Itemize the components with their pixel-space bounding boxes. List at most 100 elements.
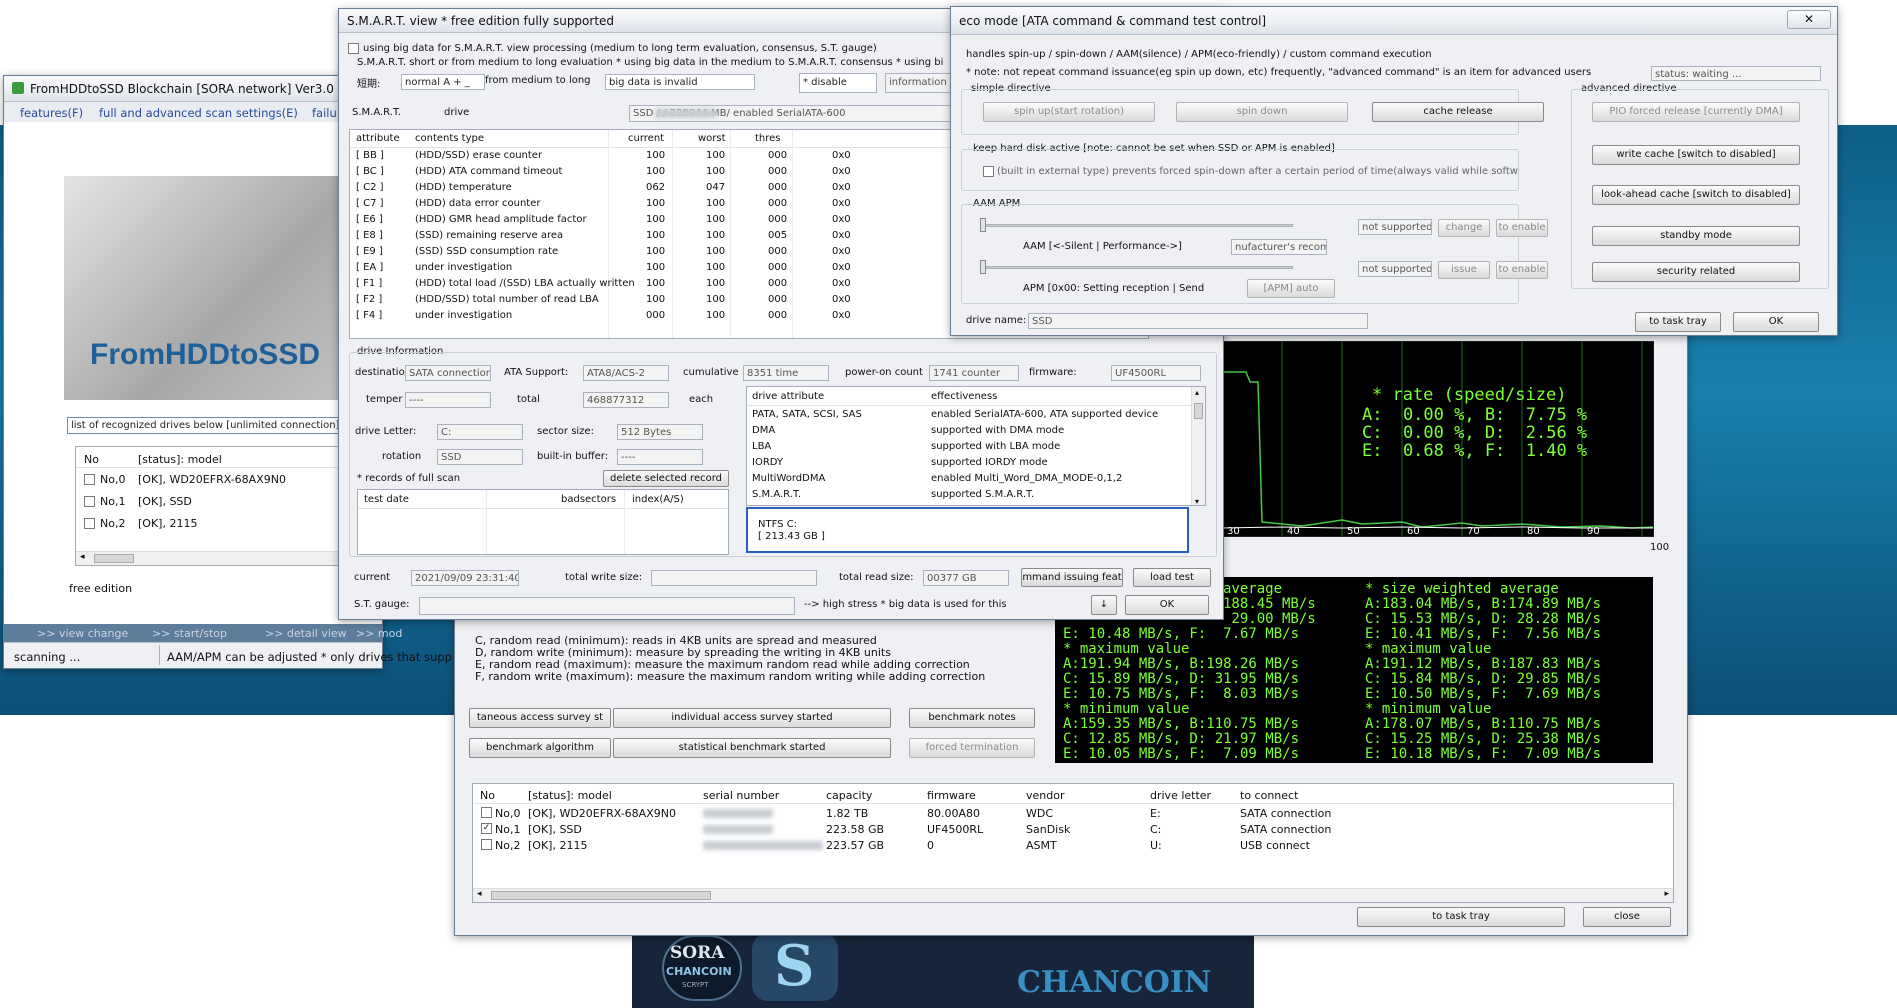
list-item[interactable]: No,0 [OK], WD20EFRX-68AX9N0 — [76, 473, 383, 486]
table-row[interactable]: No,2 [OK], 2115 223.57 GB 0 ASMT U: USB … — [473, 839, 1673, 852]
close-icon[interactable]: ✕ — [1787, 10, 1831, 29]
aam-slider-thumb[interactable] — [980, 218, 986, 232]
attribute-row[interactable]: S.M.A.R.T. supported S.M.A.R.T. — [747, 489, 1205, 502]
scroll-left-icon[interactable]: ◂ — [477, 889, 482, 899]
down-arrow-button[interactable]: ↓ — [1091, 595, 1117, 615]
x-tick: 70 — [1467, 526, 1480, 537]
scroll-thumb[interactable] — [491, 891, 711, 900]
aam-label: AAM [<-Silent | Performance->] — [1023, 241, 1182, 252]
cache-release-button[interactable]: cache release — [1372, 102, 1544, 122]
apm-auto-button[interactable]: [APM] auto — [1247, 279, 1335, 298]
aam-slider-track[interactable] — [980, 218, 1293, 232]
eco-note: * note: not repeat command issuance(eg s… — [966, 67, 1592, 78]
write-cache-button[interactable]: write cache [switch to disabled] — [1592, 145, 1800, 165]
attributes-scrollbar[interactable]: ▴ ▾ — [1191, 387, 1205, 505]
smart-cell-worst: 100 — [706, 278, 726, 289]
big-data-checkbox[interactable] — [348, 43, 359, 54]
scroll-down-icon[interactable]: ▾ — [1195, 497, 1199, 505]
command-issuing-button[interactable]: mmand issuing feat — [1021, 568, 1123, 587]
smart-cell-raw: 0x0 — [832, 230, 851, 241]
attribute-row[interactable]: LBA supported with LBA mode — [747, 441, 1205, 454]
x-tick: 30 — [1227, 526, 1240, 537]
smart-cell-raw: 0x0 — [832, 294, 851, 305]
standby-mode-button[interactable]: standby mode — [1592, 226, 1800, 246]
col-model: [status]: model — [138, 453, 222, 466]
keep-active-checkbox[interactable] — [983, 166, 994, 177]
drive-checkbox[interactable] — [84, 496, 95, 507]
eco-titlebar[interactable]: eco mode [ATA command & command test con… — [951, 7, 1837, 35]
aam-enable-button[interactable]: to enable — [1496, 219, 1548, 237]
attribute-row[interactable]: IORDY supported IORDY mode — [747, 457, 1205, 470]
menu-scan-settings[interactable]: full and advanced scan settings(E) — [99, 106, 298, 120]
sector-size-field: 512 Bytes — [617, 424, 703, 440]
col-worst: worst — [698, 133, 726, 144]
pio-release-button[interactable]: PIO forced release [currently DMA] — [1592, 102, 1800, 122]
stat-right: * maximum value — [1365, 641, 1492, 657]
main-window-titlebar[interactable]: FromHDDtoSSD Blockchain [SORA network] V… — [4, 76, 382, 102]
spin-up-button[interactable]: spin up(start rotation) — [983, 102, 1155, 122]
eco-title: eco mode [ATA command & command test con… — [959, 14, 1267, 28]
table-row[interactable]: ✓ No,1 [OK], SSD 223.58 GB UF4500RL SanD… — [473, 823, 1673, 836]
medium-term-field[interactable]: big data is invalid — [605, 74, 755, 90]
apm-slider-thumb[interactable] — [980, 260, 986, 274]
attribute-row[interactable]: PATA, SATA, SCSI, SAS enabled SerialATA-6… — [747, 409, 1205, 422]
stat-left: average — [1223, 581, 1283, 597]
benchmark-drive-table[interactable]: No [status]: model serial number capacit… — [472, 783, 1674, 903]
eco-task-tray-button[interactable]: to task tray — [1635, 312, 1721, 332]
scroll-up-icon[interactable]: ▴ — [1195, 388, 1199, 397]
look-ahead-cache-button[interactable]: look-ahead cache [switch to disabled] — [1592, 185, 1800, 205]
eco-ok-button[interactable]: OK — [1733, 312, 1819, 332]
statistical-benchmark-button[interactable]: statistical benchmark started — [613, 738, 891, 758]
simultaneous-survey-button[interactable]: taneous access survey st — [469, 708, 611, 728]
cumulative-label: cumulative — [683, 367, 739, 378]
bench-task-tray-button[interactable]: to task tray — [1357, 907, 1565, 927]
benchmark-algorithm-button[interactable]: benchmark algorithm — [469, 738, 611, 758]
menu-failure[interactable]: failu — [312, 106, 337, 120]
attribute-row[interactable]: DMA supported with DMA mode — [747, 425, 1205, 438]
chancoin-banner-text: CHANCOIN — [1017, 965, 1212, 1000]
forced-termination-button[interactable]: forced termination — [909, 738, 1035, 758]
security-button[interactable]: security related — [1592, 262, 1800, 282]
table-row[interactable]: No,0 [OK], WD20EFRX-68AX9N0 1.82 TB 80.0… — [473, 807, 1673, 820]
drive-attributes-table[interactable]: drive attribute effectiveness PATA, SATA… — [746, 386, 1206, 506]
nav-start-stop[interactable]: >> start/stop — [152, 627, 227, 640]
nav-detail-view[interactable]: >> detail view — [265, 627, 347, 640]
nav-mode[interactable]: >> mod — [356, 627, 402, 640]
drive-checkbox[interactable] — [84, 474, 95, 485]
nav-view-change[interactable]: >> view change — [37, 627, 128, 640]
apm-issue-button[interactable]: issue — [1438, 261, 1490, 279]
horizontal-scrollbar[interactable]: ◂ — [76, 551, 383, 565]
cell-vendor: SanDisk — [1026, 823, 1071, 836]
stat-left: E: 10.75 MB/s, F: 8.03 MB/s — [1063, 686, 1300, 702]
menu-features[interactable]: features(F) — [20, 106, 83, 120]
smart-cell-worst: 100 — [706, 214, 726, 225]
col-badsectors: badsectors — [561, 494, 617, 505]
scroll-thumb[interactable] — [1194, 403, 1203, 419]
apm-support-field: not supported — [1358, 261, 1432, 277]
row-checkbox[interactable] — [481, 839, 492, 850]
smart-ok-button[interactable]: OK — [1125, 595, 1209, 615]
row-checkbox[interactable] — [481, 807, 492, 818]
scroll-right-icon[interactable]: ▸ — [1664, 889, 1669, 899]
scroll-left-icon[interactable]: ◂ — [80, 552, 85, 562]
individual-survey-button[interactable]: individual access survey started — [613, 708, 891, 728]
cell-letter: C: — [1150, 823, 1162, 836]
short-term-field[interactable]: normal A + _ — [401, 74, 485, 90]
apm-slider-track[interactable] — [980, 260, 1293, 274]
load-test-button[interactable]: load test — [1133, 568, 1211, 587]
records-table[interactable]: test date badsectors index(A/S) — [357, 489, 729, 555]
benchmark-notes-button[interactable]: benchmark notes — [909, 708, 1035, 728]
drive-checkbox[interactable] — [84, 518, 95, 529]
delete-record-button[interactable]: delete selected record — [603, 470, 729, 487]
spin-down-button[interactable]: spin down — [1176, 102, 1348, 122]
table-scrollbar[interactable]: ◂ ▸ — [473, 888, 1673, 902]
list-item[interactable]: No,1 [OK], SSD — [76, 495, 383, 508]
attribute-row[interactable]: MultiWordDMA enabled Multi_Word_DMA_MODE-… — [747, 473, 1205, 486]
bench-close-button[interactable]: close — [1583, 907, 1671, 927]
aam-change-button[interactable]: change — [1438, 219, 1490, 237]
scroll-thumb[interactable] — [94, 554, 134, 563]
disable-select[interactable]: * disable — [799, 73, 877, 93]
row-checkbox-checked[interactable]: ✓ — [481, 823, 492, 834]
apm-enable-button[interactable]: to enable — [1496, 261, 1548, 279]
list-item[interactable]: No,2 [OK], 2115 — [76, 517, 383, 530]
